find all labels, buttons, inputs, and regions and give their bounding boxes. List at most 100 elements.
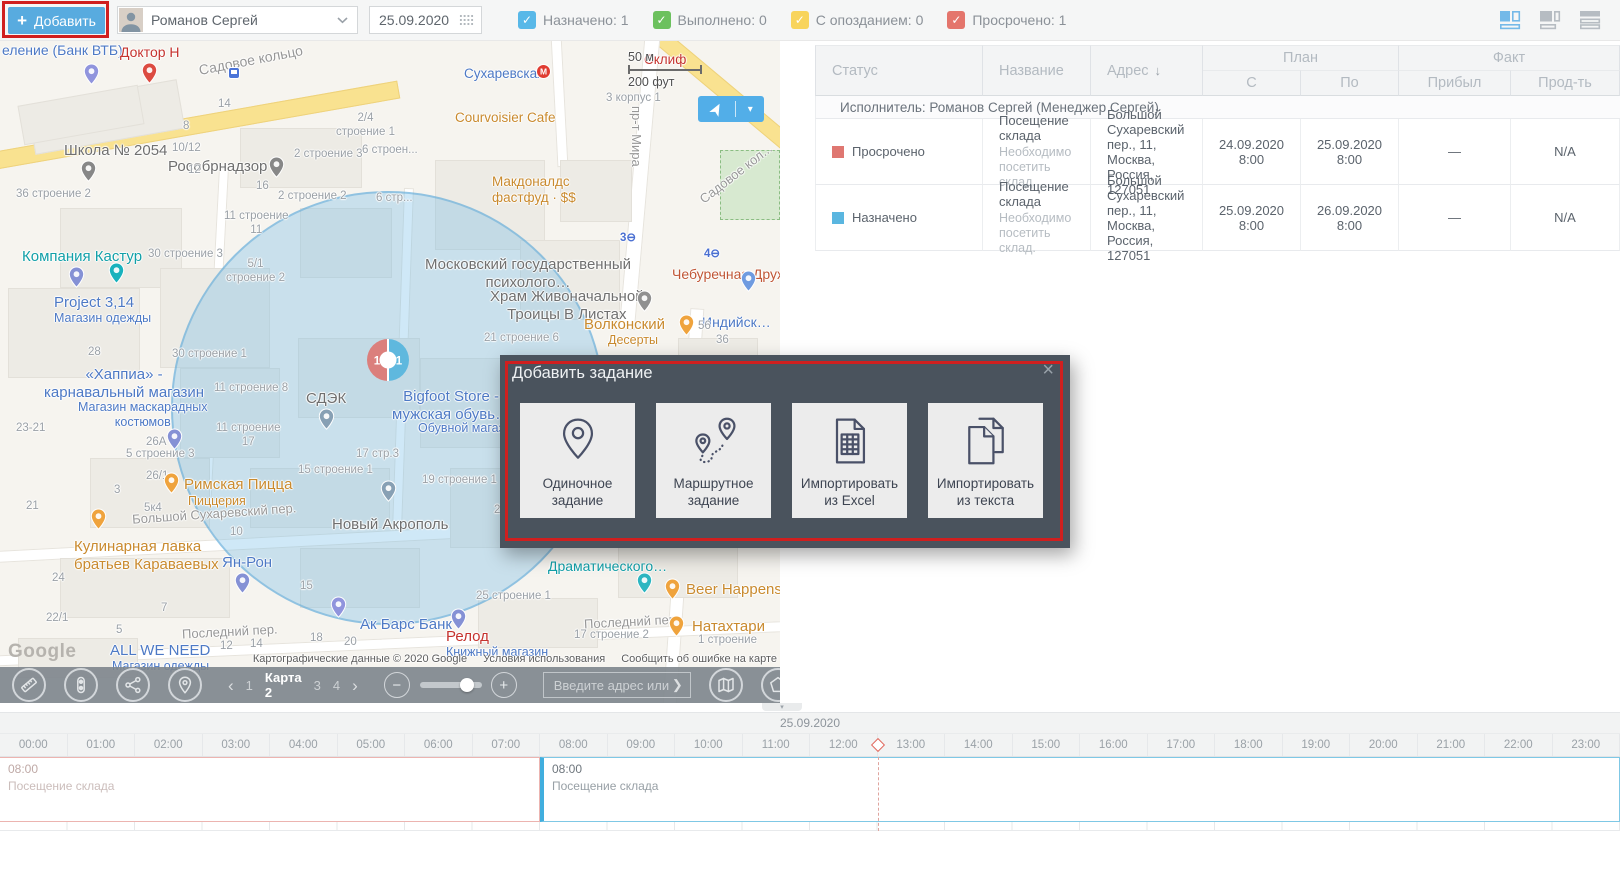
map-label: 2 строение 2 — [278, 190, 347, 204]
cell-status[interactable]: Назначено — [815, 185, 983, 251]
status-filter-2[interactable]: ✓Выполнено: 0 — [653, 11, 767, 29]
traffic-button[interactable] — [64, 668, 98, 702]
cell-duration[interactable]: N/A — [1511, 185, 1620, 251]
hour-cell: 07:00 — [473, 734, 541, 756]
ruler-button[interactable] — [12, 668, 46, 702]
hour-cell: 18:00 — [1215, 734, 1283, 756]
modal-option-route-pins[interactable]: Маршрутноезадание — [656, 403, 771, 518]
modal-option-text-docs[interactable]: Импортироватьиз текста — [928, 403, 1043, 518]
task-title: Посещение склада — [552, 779, 1611, 793]
navigation-button[interactable]: ▾ — [698, 96, 764, 122]
route-button[interactable] — [116, 668, 150, 702]
map-page-1[interactable]: 1 — [246, 678, 253, 693]
header-plan-from[interactable]: С — [1203, 70, 1301, 96]
cell-arrived[interactable]: — — [1399, 185, 1511, 251]
map-label: 15 — [300, 580, 313, 594]
bus-pin-icon — [228, 66, 240, 84]
map-label: 36 — [716, 334, 729, 348]
bag-pin-icon — [450, 608, 467, 635]
layout-left-icon[interactable] — [1539, 10, 1564, 30]
cell-from[interactable]: 24.09.2020 8:00 — [1203, 119, 1301, 185]
location-button[interactable] — [168, 668, 202, 702]
sort-descending-icon[interactable]: ↓ — [1155, 63, 1162, 78]
hour-cell: 11:00 — [743, 734, 811, 756]
address-search: ❯ — [543, 672, 691, 698]
cell-address[interactable]: Большой Сухаревский пер., 11, Москва, Ро… — [1091, 185, 1203, 251]
map-label: Индийск… — [702, 314, 771, 331]
chevron-right-icon[interactable]: › — [352, 677, 358, 694]
timeline-grid — [0, 822, 1620, 831]
header-plan[interactable]: План — [1203, 45, 1399, 70]
map-label: 30 строение 1 — [172, 348, 247, 362]
status-filter-3[interactable]: ✓С опозданием: 0 — [791, 11, 924, 29]
address-search-input[interactable] — [552, 677, 672, 694]
status-filter-1[interactable]: ✓Назначено: 1 — [518, 11, 629, 29]
report-error-link[interactable]: Сообщить об ошибке на карте — [621, 653, 777, 665]
header-name[interactable]: Название — [983, 45, 1091, 96]
layout-split-icon[interactable] — [1499, 10, 1524, 30]
modal-option-label: Импортироватьиз Excel — [801, 475, 898, 509]
map-pin-button[interactable] — [709, 668, 743, 702]
map-label: 10 — [230, 526, 243, 540]
header-status[interactable]: Статус — [815, 45, 983, 96]
terms-link[interactable]: Условия использования — [483, 653, 605, 665]
cell-duration[interactable]: N/A — [1511, 119, 1620, 185]
cell-name[interactable]: Посещение складаНеобходимо посетить скла… — [983, 119, 1091, 185]
map-page-3[interactable]: 3 — [314, 678, 321, 693]
status-color-icon — [832, 212, 844, 224]
checkbox-icon[interactable]: ✓ — [518, 11, 536, 29]
status-filter-4[interactable]: ✓Просрочено: 1 — [947, 11, 1066, 29]
zoom-slider-thumb[interactable] — [460, 678, 474, 692]
chevron-right-icon[interactable]: ❯ — [672, 677, 683, 693]
cell-name[interactable]: Посещение складаНеобходимо посетить скла… — [983, 185, 1091, 251]
zoom-in-button[interactable]: + — [491, 672, 517, 698]
modal-option-excel-doc[interactable]: Импортироватьиз Excel — [792, 403, 907, 518]
map-page-4[interactable]: 4 — [333, 678, 340, 693]
map-label: Courvoisier Cafe — [455, 110, 556, 126]
route-pins-icon — [688, 403, 740, 475]
calendar-icon[interactable] — [459, 14, 474, 26]
date-input[interactable]: 25.09.2020 — [369, 6, 482, 34]
timeline-collapse-handle[interactable]: ▾ — [762, 703, 802, 711]
polygon-button[interactable] — [761, 668, 780, 702]
modal-option-label: Одиночноезадание — [543, 475, 613, 509]
cluster-marker[interactable]: 11 — [366, 338, 410, 382]
zoom-slider[interactable] — [420, 682, 482, 688]
cell-status[interactable]: Просрочено — [815, 119, 983, 185]
executor-select[interactable]: Романов Сергей — [117, 6, 358, 34]
map-label: 12 — [188, 164, 201, 178]
map-label: Школа № 2054 — [64, 142, 167, 160]
checkbox-icon[interactable]: ✓ — [653, 11, 671, 29]
add-button[interactable]: + Добавить — [8, 7, 105, 34]
map-label: 15 строение 1 — [298, 464, 373, 478]
layout-rows-icon[interactable] — [1579, 10, 1604, 30]
cell-arrived[interactable]: — — [1399, 119, 1511, 185]
modal-option-single-pin[interactable]: Одиночноезадание — [520, 403, 635, 518]
cell-to[interactable]: 25.09.2020 8:00 — [1301, 119, 1399, 185]
purple-pin-icon — [83, 63, 100, 90]
header-plan-to[interactable]: По — [1301, 70, 1399, 96]
map-label: 4⊖ — [704, 248, 720, 262]
header-fact[interactable]: Факт — [1399, 45, 1620, 70]
map-label: Макдоналдсфастфуд · $$ — [492, 174, 576, 206]
timeline-task-overdue[interactable]: 08:00Посещение склада — [0, 757, 540, 822]
checkbox-icon[interactable]: ✓ — [791, 11, 809, 29]
cell-from[interactable]: 25.09.2020 8:00 — [1203, 185, 1301, 251]
hour-cell: 19:00 — [1283, 734, 1351, 756]
map-label: 3 корпус 1 — [606, 92, 661, 106]
map-page-2[interactable]: Карта 2 — [265, 670, 302, 700]
checkbox-icon[interactable]: ✓ — [947, 11, 965, 29]
zoom-out-button[interactable]: − — [384, 672, 410, 698]
add-button-label: Добавить — [34, 13, 96, 29]
header-fact-duration[interactable]: Прод-ть — [1511, 70, 1620, 96]
chevron-down-icon[interactable]: ▾ — [748, 104, 753, 115]
chevron-left-icon[interactable]: ‹ — [228, 677, 234, 694]
header-fact-arrived[interactable]: Прибыл — [1399, 70, 1511, 96]
header-address[interactable]: Адрес↓ — [1091, 45, 1203, 96]
cell-to[interactable]: 26.09.2020 8:00 — [1301, 185, 1399, 251]
map-label: Кулинарная лавкабратьев Караваевых — [74, 538, 219, 573]
close-icon[interactable]: × — [1042, 360, 1054, 380]
timeline: ▾ 25.09.2020 00:0001:0002:0003:0004:0005… — [0, 703, 1620, 873]
timeline-task-assigned[interactable]: 08:00Посещение склада — [540, 757, 1620, 822]
attribution-text: Картографические данные © 2020 Google — [253, 653, 467, 665]
